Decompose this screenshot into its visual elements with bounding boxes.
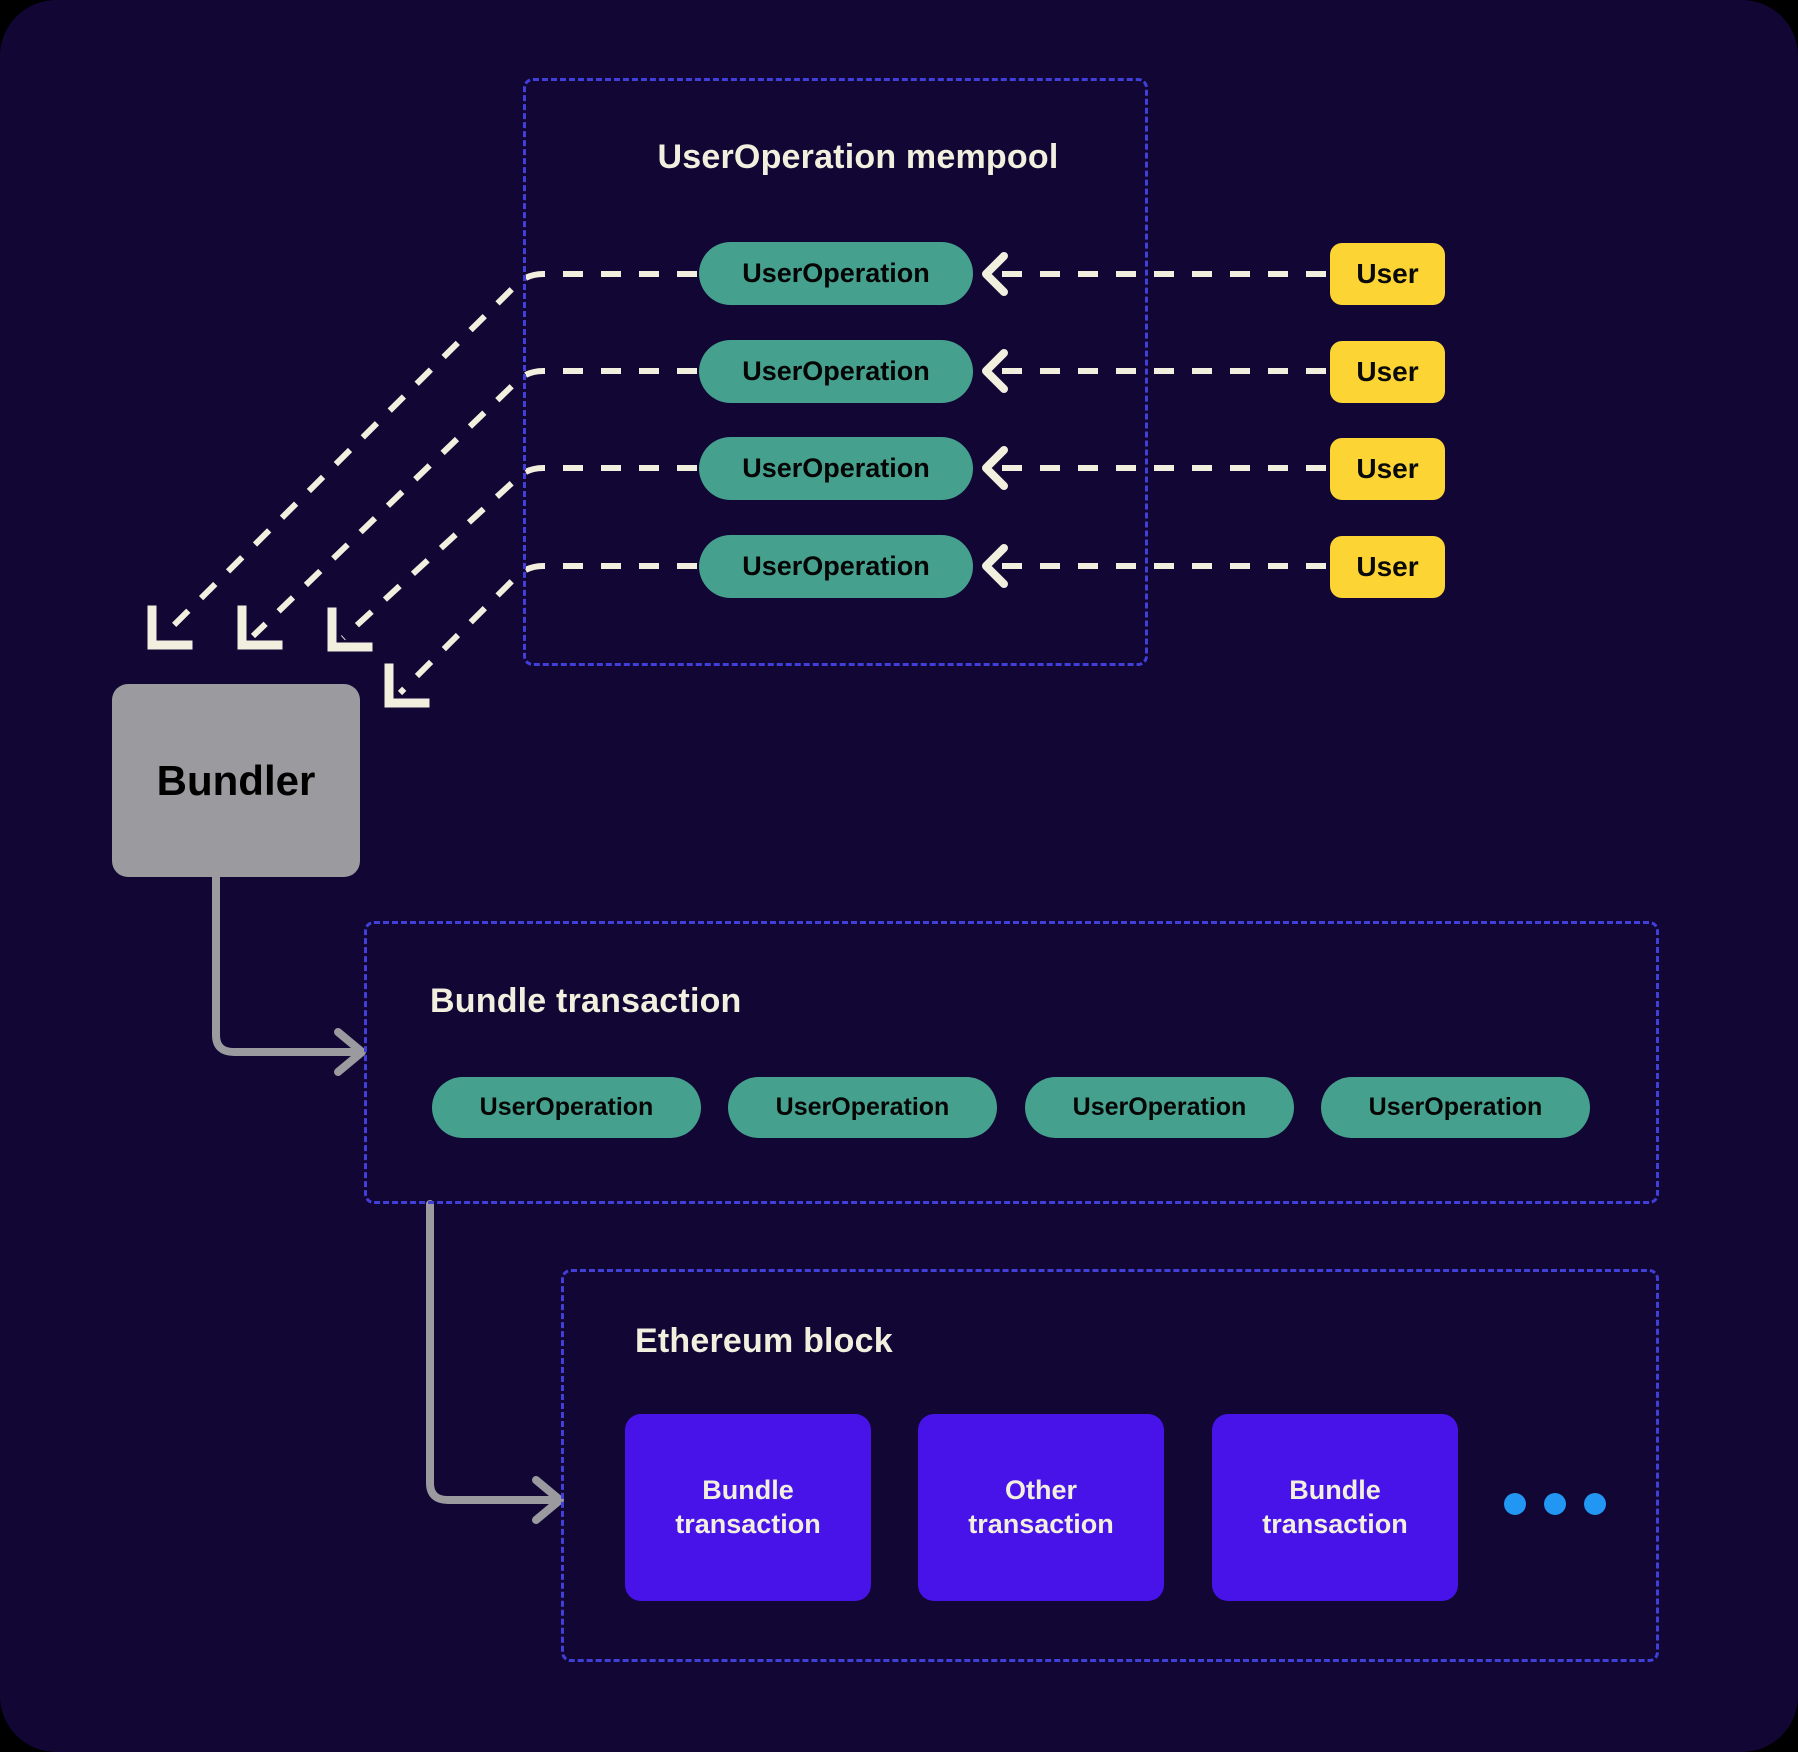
ellipsis-dot-2 bbox=[1544, 1493, 1566, 1515]
ellipsis-dot-1 bbox=[1504, 1493, 1526, 1515]
bundle-operation-1[interactable]: UserOperation bbox=[432, 1077, 701, 1138]
bundler-node[interactable]: Bundler bbox=[112, 684, 360, 877]
ethereum-transaction-3-line1: Bundle bbox=[1289, 1474, 1381, 1505]
node-layer: UserOperation mempool UserOperation User… bbox=[0, 0, 1798, 1752]
ethereum-transaction-2[interactable]: Other transaction bbox=[918, 1414, 1164, 1601]
ethereum-transaction-2-line1: Other bbox=[1004, 1474, 1077, 1505]
mempool-operation-1[interactable]: UserOperation bbox=[699, 242, 973, 305]
ethereum-transaction-1-line1: Bundle bbox=[702, 1474, 794, 1505]
mempool-operation-4[interactable]: UserOperation bbox=[699, 535, 973, 598]
mempool-operation-3[interactable]: UserOperation bbox=[699, 437, 973, 500]
bundle-operation-2[interactable]: UserOperation bbox=[728, 1077, 997, 1138]
user-chip-1[interactable]: User bbox=[1330, 243, 1445, 305]
bundle-operation-4[interactable]: UserOperation bbox=[1321, 1077, 1590, 1138]
more-transactions-icon bbox=[1504, 1493, 1606, 1515]
ellipsis-dot-3 bbox=[1584, 1493, 1606, 1515]
bundle-transaction-region bbox=[364, 921, 1659, 1204]
user-chip-2[interactable]: User bbox=[1330, 341, 1445, 403]
ethereum-block-title: Ethereum block bbox=[635, 1322, 893, 1360]
ethereum-transaction-3[interactable]: Bundle transaction bbox=[1212, 1414, 1458, 1601]
bundle-transaction-title: Bundle transaction bbox=[430, 982, 742, 1020]
mempool-title: UserOperation mempool bbox=[657, 138, 1059, 176]
ethereum-transaction-3-line2: transaction bbox=[1262, 1508, 1408, 1539]
ethereum-transaction-2-line2: transaction bbox=[968, 1508, 1114, 1539]
ethereum-transaction-1[interactable]: Bundle transaction bbox=[625, 1414, 871, 1601]
ethereum-transaction-1-line2: transaction bbox=[675, 1508, 821, 1539]
user-chip-4[interactable]: User bbox=[1330, 536, 1445, 598]
user-chip-3[interactable]: User bbox=[1330, 438, 1445, 500]
mempool-operation-2[interactable]: UserOperation bbox=[699, 340, 973, 403]
diagram-canvas: UserOperation mempool UserOperation User… bbox=[0, 0, 1798, 1752]
bundle-operation-3[interactable]: UserOperation bbox=[1025, 1077, 1294, 1138]
